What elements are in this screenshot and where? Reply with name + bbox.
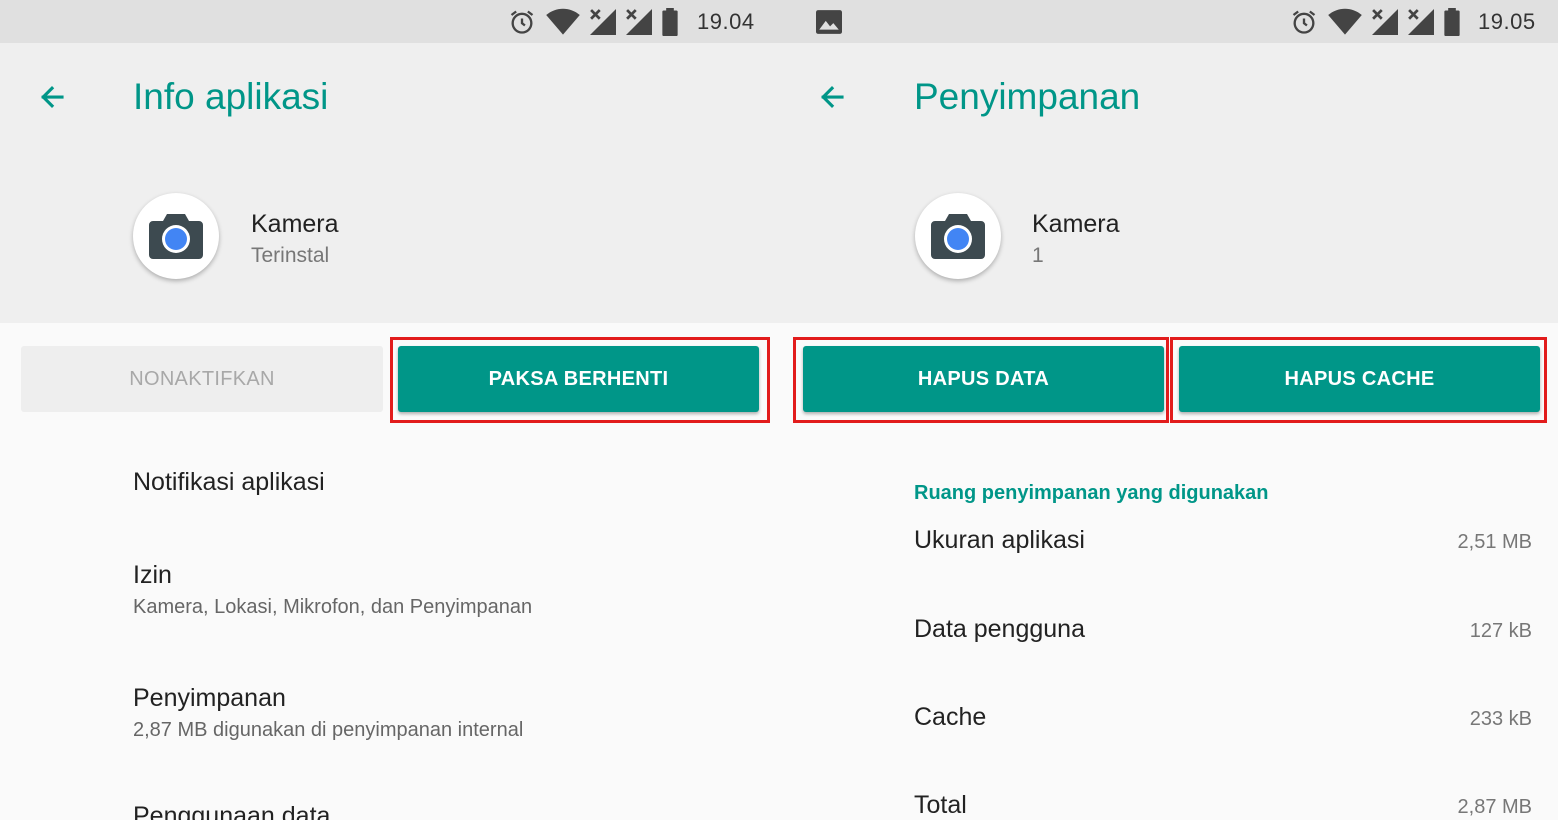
row-value: 2,87 MB bbox=[1457, 796, 1532, 818]
status-bar: 19.05 bbox=[780, 0, 1558, 43]
disable-button: NONAKTIFKAN bbox=[21, 346, 383, 412]
app-name: Kamera bbox=[1032, 210, 1120, 238]
arrow-left-icon bbox=[821, 86, 844, 108]
battery-icon bbox=[662, 8, 678, 36]
row-label: Ukuran aplikasi bbox=[914, 526, 1085, 554]
list-item-title: Notifikasi aplikasi bbox=[133, 468, 325, 496]
list-item-subtitle: 2,87 MB digunakan di penyimpanan interna… bbox=[133, 719, 524, 741]
app-status: Terinstal bbox=[251, 244, 330, 267]
row-label: Cache bbox=[914, 703, 987, 731]
no-signal-icon bbox=[1372, 9, 1398, 35]
storage-screen: 19.05 Penyimpanan Kamera 1 HAPUS DATA HA… bbox=[780, 0, 1558, 820]
arrow-left-icon bbox=[41, 86, 64, 108]
force-stop-button[interactable]: PAKSA BERHENTI bbox=[398, 346, 759, 412]
battery-icon bbox=[1444, 8, 1460, 36]
app-info-screen: 19.04 Info aplikasi Kamera Terinstal NON… bbox=[0, 0, 780, 820]
no-signal-icon bbox=[1408, 9, 1434, 35]
back-button[interactable] bbox=[810, 75, 854, 119]
status-icons bbox=[508, 8, 678, 36]
status-time: 19.04 bbox=[697, 9, 755, 34]
status-icons bbox=[1290, 8, 1460, 36]
row-label: Total bbox=[914, 791, 967, 819]
list-item-title: Izin bbox=[133, 561, 172, 589]
row-value: 233 kB bbox=[1469, 708, 1532, 730]
alarm-icon bbox=[510, 10, 534, 34]
app-version: 1 bbox=[1032, 244, 1044, 267]
list-item-title: Penyimpanan bbox=[133, 684, 286, 712]
camera-icon bbox=[915, 193, 1001, 279]
clear-data-button[interactable]: HAPUS DATA bbox=[803, 346, 1164, 412]
back-button[interactable] bbox=[30, 75, 74, 119]
no-signal-icon bbox=[626, 9, 652, 35]
page-title: Penyimpanan bbox=[914, 76, 1141, 117]
wifi-icon bbox=[546, 8, 580, 35]
section-header: Ruang penyimpanan yang digunakan bbox=[914, 482, 1269, 504]
wifi-icon bbox=[1328, 8, 1362, 35]
image-icon bbox=[816, 10, 842, 34]
alarm-icon bbox=[1292, 10, 1316, 34]
status-time: 19.05 bbox=[1478, 9, 1536, 34]
app-header: Penyimpanan Kamera 1 bbox=[780, 43, 1558, 323]
row-label: Data pengguna bbox=[914, 615, 1085, 643]
no-signal-icon bbox=[590, 9, 616, 35]
status-bar: 19.04 bbox=[0, 0, 780, 43]
app-header: Info aplikasi Kamera Terinstal bbox=[0, 43, 780, 323]
app-name: Kamera bbox=[251, 210, 339, 238]
list-item-title: Penggunaan data bbox=[133, 802, 331, 820]
page-title: Info aplikasi bbox=[133, 76, 329, 117]
row-value: 2,51 MB bbox=[1457, 531, 1532, 553]
camera-icon bbox=[133, 193, 219, 279]
list-item-subtitle: Kamera, Lokasi, Mikrofon, dan Penyimpana… bbox=[133, 596, 533, 618]
row-value: 127 kB bbox=[1469, 620, 1532, 642]
clear-cache-button[interactable]: HAPUS CACHE bbox=[1179, 346, 1540, 412]
